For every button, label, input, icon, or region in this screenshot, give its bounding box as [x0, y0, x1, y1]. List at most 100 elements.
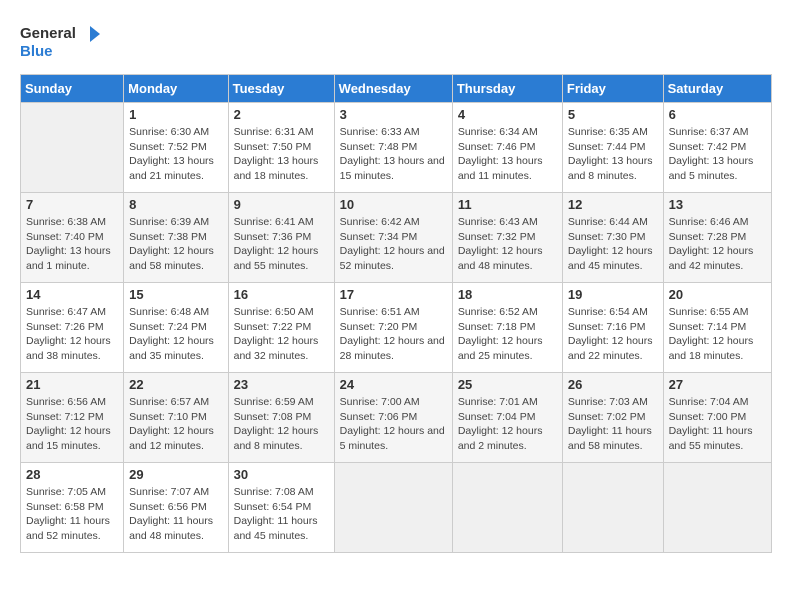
- week-row-1: 1Sunrise: 6:30 AMSunset: 7:52 PMDaylight…: [21, 103, 772, 193]
- day-number: 11: [458, 197, 557, 212]
- calendar-cell: 14 Sunrise: 6:47 AMSunset: 7:26 PMDayligh…: [21, 283, 124, 373]
- day-number: 23: [234, 377, 329, 392]
- calendar-cell: 17 Sunrise: 6:51 AMSunset: 7:20 PMDayligh…: [334, 283, 452, 373]
- day-header-monday: Monday: [124, 75, 228, 103]
- day-header-friday: Friday: [562, 75, 663, 103]
- logo: General Blue: [20, 20, 100, 64]
- week-row-3: 14 Sunrise: 6:47 AMSunset: 7:26 PMDayligh…: [21, 283, 772, 373]
- day-info: Sunrise: 7:04 AMSunset: 7:00 PMDaylight:…: [669, 395, 766, 454]
- day-number: 12: [568, 197, 658, 212]
- week-row-4: 21 Sunrise: 6:56 AMSunset: 7:12 PMDayligh…: [21, 373, 772, 463]
- day-info: Sunrise: 6:37 AMSunset: 7:42 PMDaylight:…: [669, 125, 766, 184]
- day-number: 30: [234, 467, 329, 482]
- day-info: Sunrise: 7:07 AMSunset: 6:56 PMDaylight:…: [129, 485, 222, 544]
- day-info: Sunrise: 6:42 AMSunset: 7:34 PMDaylight:…: [340, 215, 447, 274]
- day-header-wednesday: Wednesday: [334, 75, 452, 103]
- week-row-2: 7 Sunrise: 6:38 AMSunset: 7:40 PMDaylight…: [21, 193, 772, 283]
- calendar-cell: 19 Sunrise: 6:54 AMSunset: 7:16 PMDayligh…: [562, 283, 663, 373]
- day-info: Sunrise: 6:44 AMSunset: 7:30 PMDaylight:…: [568, 215, 658, 274]
- day-number: 18: [458, 287, 557, 302]
- day-info: Sunrise: 7:03 AMSunset: 7:02 PMDaylight:…: [568, 395, 658, 454]
- calendar-cell: 12 Sunrise: 6:44 AMSunset: 7:30 PMDayligh…: [562, 193, 663, 283]
- day-number: 10: [340, 197, 447, 212]
- day-info: Sunrise: 6:47 AMSunset: 7:26 PMDaylight:…: [26, 305, 118, 364]
- calendar-cell: 30 Sunrise: 7:08 AMSunset: 6:54 PMDayligh…: [228, 463, 334, 553]
- calendar-cell: 21 Sunrise: 6:56 AMSunset: 7:12 PMDayligh…: [21, 373, 124, 463]
- day-info: Sunrise: 6:50 AMSunset: 7:22 PMDaylight:…: [234, 305, 329, 364]
- svg-text:General: General: [20, 25, 76, 42]
- calendar-cell: 3 Sunrise: 6:33 AMSunset: 7:48 PMDaylight…: [334, 103, 452, 193]
- day-number: 19: [568, 287, 658, 302]
- day-number: 7: [26, 197, 118, 212]
- day-number: 16: [234, 287, 329, 302]
- calendar-table: SundayMondayTuesdayWednesdayThursdayFrid…: [20, 74, 772, 553]
- day-info: Sunrise: 7:00 AMSunset: 7:06 PMDaylight:…: [340, 395, 447, 454]
- day-number: 22: [129, 377, 222, 392]
- day-info: Sunrise: 6:59 AMSunset: 7:08 PMDaylight:…: [234, 395, 329, 454]
- day-info: Sunrise: 6:30 AMSunset: 7:52 PMDaylight:…: [129, 125, 222, 184]
- page-header: General Blue: [20, 20, 772, 64]
- calendar-cell: 25 Sunrise: 7:01 AMSunset: 7:04 PMDayligh…: [452, 373, 562, 463]
- calendar-cell: [562, 463, 663, 553]
- day-number: 28: [26, 467, 118, 482]
- calendar-cell: 20 Sunrise: 6:55 AMSunset: 7:14 PMDayligh…: [663, 283, 771, 373]
- day-number: 26: [568, 377, 658, 392]
- day-info: Sunrise: 6:38 AMSunset: 7:40 PMDaylight:…: [26, 215, 118, 274]
- day-info: Sunrise: 6:55 AMSunset: 7:14 PMDaylight:…: [669, 305, 766, 364]
- day-info: Sunrise: 6:56 AMSunset: 7:12 PMDaylight:…: [26, 395, 118, 454]
- calendar-cell: 28 Sunrise: 7:05 AMSunset: 6:58 PMDayligh…: [21, 463, 124, 553]
- calendar-cell: 10 Sunrise: 6:42 AMSunset: 7:34 PMDayligh…: [334, 193, 452, 283]
- day-number: 6: [669, 107, 766, 122]
- calendar-cell: [663, 463, 771, 553]
- day-number: 15: [129, 287, 222, 302]
- calendar-cell: 9Sunrise: 6:41 AMSunset: 7:36 PMDaylight…: [228, 193, 334, 283]
- day-info: Sunrise: 6:54 AMSunset: 7:16 PMDaylight:…: [568, 305, 658, 364]
- calendar-cell: 5Sunrise: 6:35 AMSunset: 7:44 PMDaylight…: [562, 103, 663, 193]
- day-number: 20: [669, 287, 766, 302]
- calendar-cell: 16 Sunrise: 6:50 AMSunset: 7:22 PMDayligh…: [228, 283, 334, 373]
- week-row-5: 28 Sunrise: 7:05 AMSunset: 6:58 PMDayligh…: [21, 463, 772, 553]
- svg-text:Blue: Blue: [20, 43, 53, 60]
- day-info: Sunrise: 6:33 AMSunset: 7:48 PMDaylight:…: [340, 125, 447, 184]
- day-info: Sunrise: 6:57 AMSunset: 7:10 PMDaylight:…: [129, 395, 222, 454]
- day-number: 29: [129, 467, 222, 482]
- day-info: Sunrise: 6:41 AMSunset: 7:36 PMDaylight:…: [234, 215, 329, 274]
- calendar-cell: 27 Sunrise: 7:04 AMSunset: 7:00 PMDayligh…: [663, 373, 771, 463]
- day-info: Sunrise: 7:08 AMSunset: 6:54 PMDaylight:…: [234, 485, 329, 544]
- calendar-cell: [452, 463, 562, 553]
- day-number: 27: [669, 377, 766, 392]
- day-info: Sunrise: 6:52 AMSunset: 7:18 PMDaylight:…: [458, 305, 557, 364]
- day-header-saturday: Saturday: [663, 75, 771, 103]
- calendar-cell: [21, 103, 124, 193]
- day-info: Sunrise: 6:51 AMSunset: 7:20 PMDaylight:…: [340, 305, 447, 364]
- calendar-cell: 26 Sunrise: 7:03 AMSunset: 7:02 PMDayligh…: [562, 373, 663, 463]
- day-number: 13: [669, 197, 766, 212]
- day-header-sunday: Sunday: [21, 75, 124, 103]
- day-header-tuesday: Tuesday: [228, 75, 334, 103]
- calendar-cell: 11Sunrise: 6:43 AMSunset: 7:32 PMDayligh…: [452, 193, 562, 283]
- day-number: 2: [234, 107, 329, 122]
- calendar-cell: 24 Sunrise: 7:00 AMSunset: 7:06 PMDayligh…: [334, 373, 452, 463]
- calendar-cell: 22 Sunrise: 6:57 AMSunset: 7:10 PMDayligh…: [124, 373, 228, 463]
- day-number: 3: [340, 107, 447, 122]
- day-number: 14: [26, 287, 118, 302]
- day-info: Sunrise: 7:01 AMSunset: 7:04 PMDaylight:…: [458, 395, 557, 454]
- calendar-cell: 4Sunrise: 6:34 AMSunset: 7:46 PMDaylight…: [452, 103, 562, 193]
- day-info: Sunrise: 6:39 AMSunset: 7:38 PMDaylight:…: [129, 215, 222, 274]
- day-number: 21: [26, 377, 118, 392]
- day-number: 17: [340, 287, 447, 302]
- day-number: 25: [458, 377, 557, 392]
- calendar-cell: 7 Sunrise: 6:38 AMSunset: 7:40 PMDaylight…: [21, 193, 124, 283]
- logo-svg: General Blue: [20, 20, 100, 64]
- calendar-cell: 13Sunrise: 6:46 AMSunset: 7:28 PMDayligh…: [663, 193, 771, 283]
- calendar-cell: [334, 463, 452, 553]
- calendar-cell: 29 Sunrise: 7:07 AMSunset: 6:56 PMDayligh…: [124, 463, 228, 553]
- day-number: 24: [340, 377, 447, 392]
- day-info: Sunrise: 6:31 AMSunset: 7:50 PMDaylight:…: [234, 125, 329, 184]
- day-info: Sunrise: 6:48 AMSunset: 7:24 PMDaylight:…: [129, 305, 222, 364]
- calendar-cell: 1Sunrise: 6:30 AMSunset: 7:52 PMDaylight…: [124, 103, 228, 193]
- calendar-cell: 8Sunrise: 6:39 AMSunset: 7:38 PMDaylight…: [124, 193, 228, 283]
- calendar-cell: 23 Sunrise: 6:59 AMSunset: 7:08 PMDayligh…: [228, 373, 334, 463]
- calendar-cell: 2 Sunrise: 6:31 AMSunset: 7:50 PMDaylight…: [228, 103, 334, 193]
- day-info: Sunrise: 7:05 AMSunset: 6:58 PMDaylight:…: [26, 485, 118, 544]
